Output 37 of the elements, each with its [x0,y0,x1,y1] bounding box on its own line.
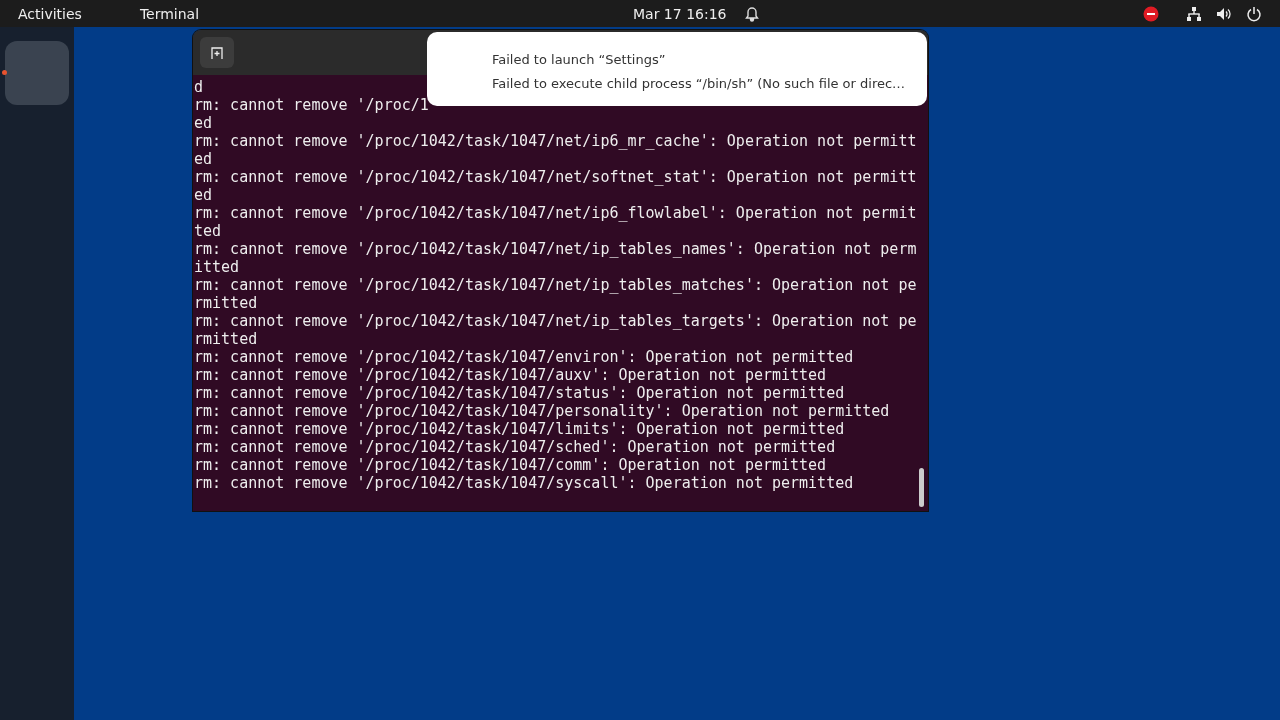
new-tab-icon [209,44,225,61]
terminal-line: rm: cannot remove '/proc/1042/task/1047/net/ip_tables_names': Operation not perm [194,240,917,258]
terminal-line: rm: cannot remove '/proc/1042/task/1047/environ': Operation not permitted [194,348,854,366]
terminal-line: ted [194,222,222,240]
terminal-line: rm: cannot remove '/proc/1042/task/1047/net/ip_tables_matches': Operation not pe [194,276,917,294]
scrollbar-thumb[interactable] [919,468,924,507]
terminal-line: rm: cannot remove '/proc/1042/task/1047/comm': Operation not permitted [194,456,827,474]
terminal-line: rmitted [194,330,258,348]
notification-title: Failed to launch “Settings” [492,51,666,69]
notification[interactable]: Failed to launch “Settings” Failed to execute child process “/bin/sh” (No such file or direc… [427,32,927,106]
running-indicator [2,70,7,75]
clock[interactable]: Mar 17 16:16 [633,5,727,22]
terminal-line: rm: cannot remove '/proc/1042/task/1047/personality': Operation not permitted [194,402,890,420]
terminal-line: rm: cannot remove '/proc/1042/task/1047/net/ip6_mr_cache': Operation not permitt [194,132,917,150]
stop-icon[interactable] [1143,5,1159,22]
terminal-line: ed [194,186,213,204]
activities-button[interactable]: Activities [18,5,82,22]
terminal-line: ed [194,114,213,132]
terminal-line: rm: cannot remove '/proc/1042/task/1047/syscall': Operation not permitted [194,474,854,492]
terminal-line: rm: cannot remove '/proc/1042/task/1047/net/ip_tables_targets': Operation not pe [194,312,917,330]
terminal-line: rm: cannot remove '/proc/1042/task/1047/net/softnet_stat': Operation not permitt [194,168,917,186]
terminal-line: rmitted [194,294,258,312]
notification-body: Failed to execute child process “/bin/sh” (No such file or direc… [492,75,906,93]
terminal-line: ed [194,150,213,168]
terminal-line: rm: cannot remove '/proc/1 [194,96,429,114]
terminal-line: rm: cannot remove '/proc/1042/task/1047/limits': Operation not permitted [194,420,845,438]
new-tab-button[interactable] [200,37,234,68]
terminal-line: rm: cannot remove '/proc/1042/task/1047/auxv': Operation not permitted [194,366,827,384]
terminal-line: rm: cannot remove '/proc/1042/task/1047/sched': Operation not permitted [194,438,836,456]
app-menu[interactable]: Terminal [139,5,200,22]
network-icon[interactable] [1186,5,1202,22]
bell-icon[interactable] [744,5,761,22]
terminal-line: itted [194,258,240,276]
terminal-line: rm: cannot remove '/proc/1042/task/1047/net/ip6_flowlabel': Operation not permit [194,204,917,222]
power-icon[interactable] [1246,5,1262,22]
terminal-line: d [194,78,204,96]
terminal-line: rm: cannot remove '/proc/1042/task/1047/status': Operation not permitted [194,384,845,402]
